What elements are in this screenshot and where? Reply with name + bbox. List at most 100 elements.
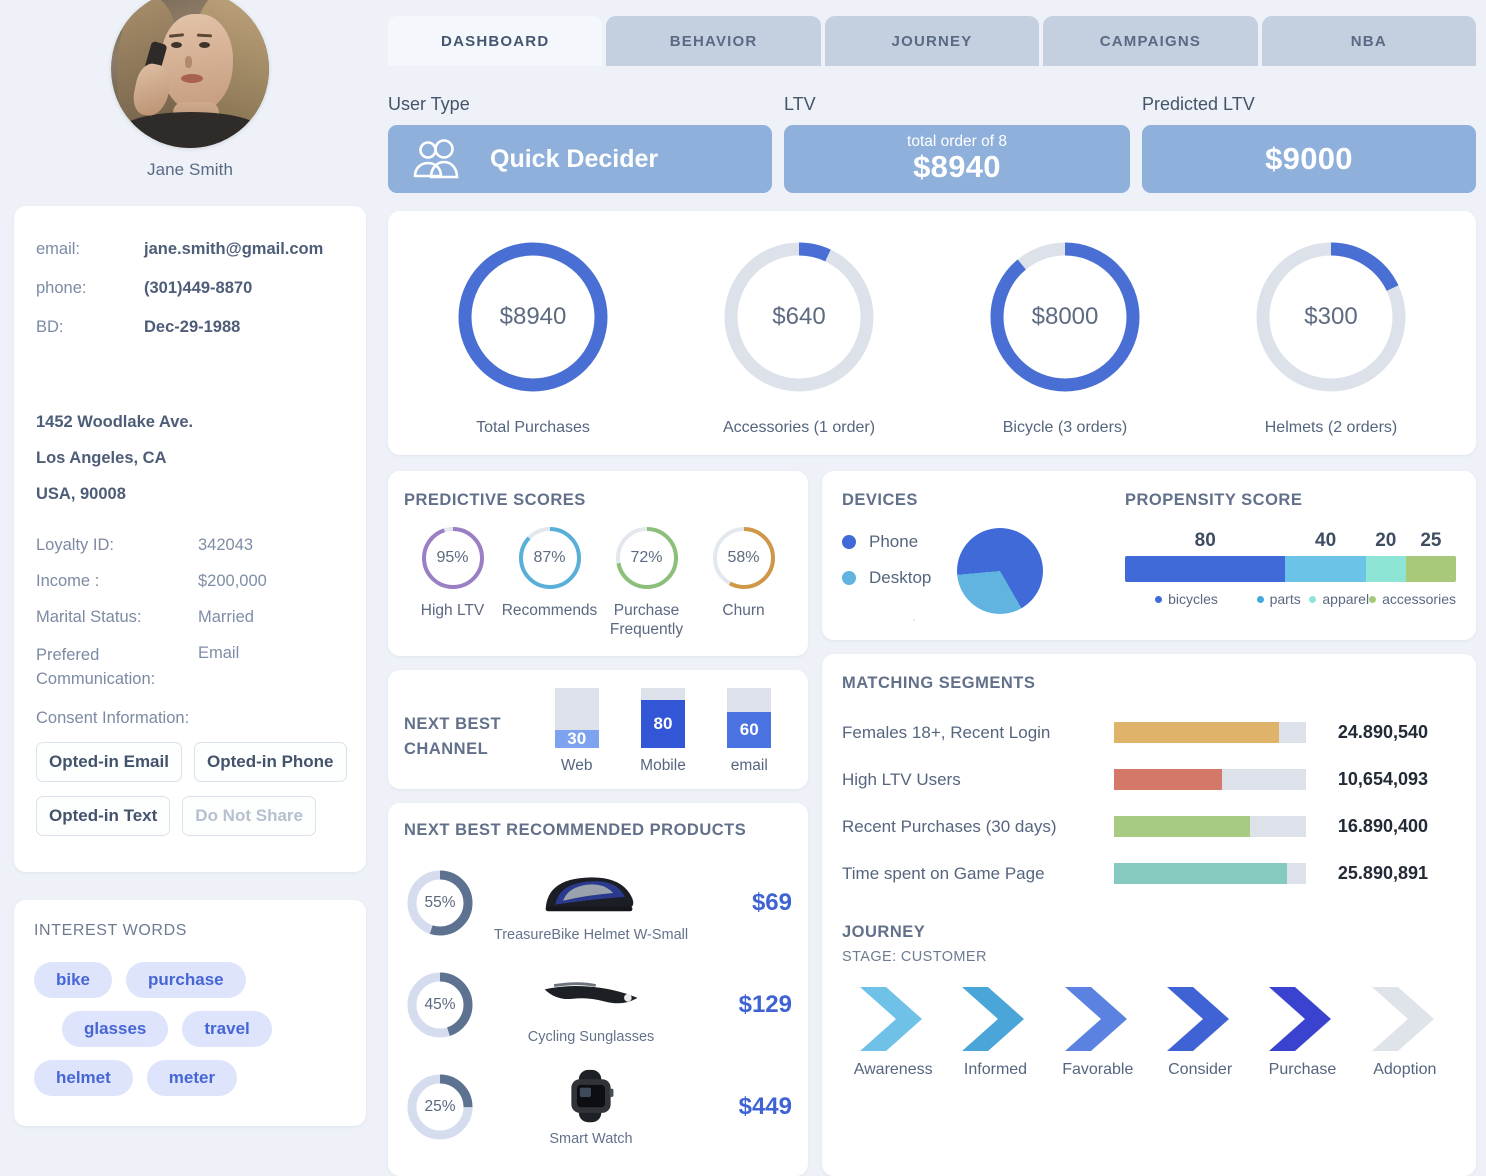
product-affinity-value: 25% [424,1097,456,1115]
segment-bar-track [1114,816,1306,837]
channel-label: Web [560,756,593,774]
detail-loyalty-id: Loyalty ID: 342043 [36,536,344,555]
lower-panels: PREDICTIVE SCORES 95% High LTV 87% Recom… [388,471,1476,1176]
journey-step-favorable[interactable]: Favorable [1047,983,1149,1079]
field-label: phone: [36,279,87,297]
profile-field-bd: BD: Dec-29-1988 [36,318,344,337]
product-row[interactable]: 25% Smart Watch $449 [404,1056,792,1158]
helmet-image [536,862,646,924]
devices-pie-chart [957,528,1044,614]
decorative-dot: · [912,614,916,626]
profile-name: Jane Smith [146,160,234,179]
bar-track: 80 [640,687,685,748]
people-icon [410,139,462,179]
product-row[interactable]: 45% Cycling Sunglasses $129 [404,954,792,1056]
segment-row[interactable]: Females 18+, Recent Login 24.890,540 [842,709,1456,756]
segment-bar-fill [1114,769,1222,790]
address-line-3: USA, 90008 [36,485,126,503]
legend-dot-icon [842,571,856,585]
interest-word-travel[interactable]: travel [182,1010,272,1047]
journey-step-label: Consider [1168,1061,1233,1078]
propensity-panel: PROPENSITY SCORE 80 40 20 25 bicycles pa… [1117,491,1456,626]
detail-label: Prefered Communication: [36,646,156,688]
journey-step-label: Favorable [1062,1061,1134,1078]
legend-label: bicycles [1168,591,1218,607]
tab-nba[interactable]: NBA [1261,16,1477,66]
product-row[interactable]: 55% TreasureBike Helmet W-Small $69 [404,852,792,954]
device-label: Desktop [869,568,932,587]
predictive-score-purchase-frequently: 72% Purchase Frequently [598,524,695,640]
journey-step-consider[interactable]: Consider [1149,983,1251,1079]
channel-mobile: 80 Mobile [640,687,686,775]
journey-step-purchase[interactable]: Purchase [1251,983,1353,1079]
consent-chip-opted-in-email[interactable]: Opted-in Email [36,741,182,782]
segment-row[interactable]: High LTV Users 10,654,093 [842,756,1456,803]
segment-row[interactable]: Time spent on Game Page 25.890,891 [842,850,1456,897]
main-content: DASHBOARD BEHAVIOR JOURNEY CAMPAIGNS NBA… [380,0,1486,1176]
journey-step-adoption[interactable]: Adoption [1354,983,1456,1079]
detail-label: Loyalty ID: [36,536,114,554]
interest-words-title: INTEREST WORDS [34,921,188,939]
chevron-right-icon [1163,983,1237,1055]
predictive-score-high-ltv: 95% High LTV [404,524,501,640]
detail-label: Marital Status: [36,608,142,626]
predictive-score-recommends: 87% Recommends [501,524,598,640]
propensity-values: 80 40 20 25 [1125,530,1456,552]
field-value: jane.smith@gmail.com [144,240,324,258]
next-best-products-card: NEXT BEST RECOMMENDED PRODUCTS 55% Treas… [388,802,808,1176]
tab-campaigns[interactable]: CAMPAIGNS [1043,16,1258,66]
detail-value: $200,000 [198,572,267,590]
channel-email: 60 email [727,687,772,775]
kpi-card-user-type[interactable]: Quick Decider [388,125,772,193]
interest-word-purchase[interactable]: purchase [126,961,246,998]
smartwatch-image [536,1066,646,1128]
legend-label: parts [1269,591,1301,607]
mini-donut: 87% [516,524,584,592]
interest-word-glasses[interactable]: glasses [62,1010,169,1047]
lower-left-column: PREDICTIVE SCORES 95% High LTV 87% Recom… [388,471,808,1176]
interest-word-helmet[interactable]: helmet [34,1059,133,1096]
consent-chip-do-not-share[interactable]: Do Not Share [182,795,316,836]
kpi-card-ltv[interactable]: total order of 8 $8940 [784,125,1130,193]
propensity-value-accessories: 25 [1420,530,1442,551]
interest-word-meter[interactable]: meter [146,1059,238,1096]
consent-information-label: Consent Information: [36,708,190,727]
propensity-legend-apparel: apparel [1309,591,1369,607]
interest-words-row: bike purchase [34,961,346,998]
kpi-label-ltv: LTV [784,94,816,114]
donut-chart: $8940 [453,237,613,397]
interest-words-row: helmet meter [34,1059,346,1096]
bar-fill: 80 [640,699,685,748]
product-name: Cycling Sunglasses [527,1028,655,1045]
tab-dashboard[interactable]: DASHBOARD [388,16,603,66]
predictive-scores-title: PREDICTIVE SCORES [404,491,586,509]
tab-behavior[interactable]: BEHAVIOR [606,16,821,66]
segment-value: 16.890,400 [1337,816,1428,836]
tab-bar: DASHBOARD BEHAVIOR JOURNEY CAMPAIGNS NBA [388,0,1477,66]
journey-step-informed[interactable]: Informed [944,983,1046,1079]
segment-name: Recent Purchases (30 days) [842,816,1057,836]
donut-chart: $300 [1251,237,1411,397]
interest-words-card: INTEREST WORDS bike purchase glasses tra… [14,899,366,1126]
consent-chip-opted-in-phone[interactable]: Opted-in Phone [193,741,347,782]
consent-chip-opted-in-text[interactable]: Opted-in Text [36,795,171,836]
segment-bar-track [1114,769,1306,790]
journey-stage: STAGE: CUSTOMER [842,949,987,965]
channel-label: email [730,756,768,774]
segment-value: 10,654,093 [1337,769,1428,789]
tab-journey[interactable]: JOURNEY [824,16,1040,66]
profile-details: Loyalty ID: 342043 Income : $200,000 Mar… [36,536,344,692]
segment-name: High LTV Users [842,769,961,789]
mini-donut: 72% [613,524,681,592]
predictive-score-label: Recommends [501,602,598,619]
propensity-legend: bicycles parts apparel accessories [1125,591,1456,607]
donut-value: $8000 [1031,303,1099,330]
interest-word-bike[interactable]: bike [34,961,113,998]
segment-value: 25.890,891 [1337,863,1428,883]
mini-donut: 58% [710,524,778,592]
journey-step-awareness[interactable]: Awareness [842,983,944,1079]
segment-row[interactable]: Recent Purchases (30 days) 16.890,400 [842,803,1456,850]
devices-panel: DEVICES Phone Desktop · [842,491,1117,626]
interest-words-row: glasses travel [34,1010,346,1047]
kpi-card-predicted-ltv[interactable]: $9000 [1142,125,1476,193]
